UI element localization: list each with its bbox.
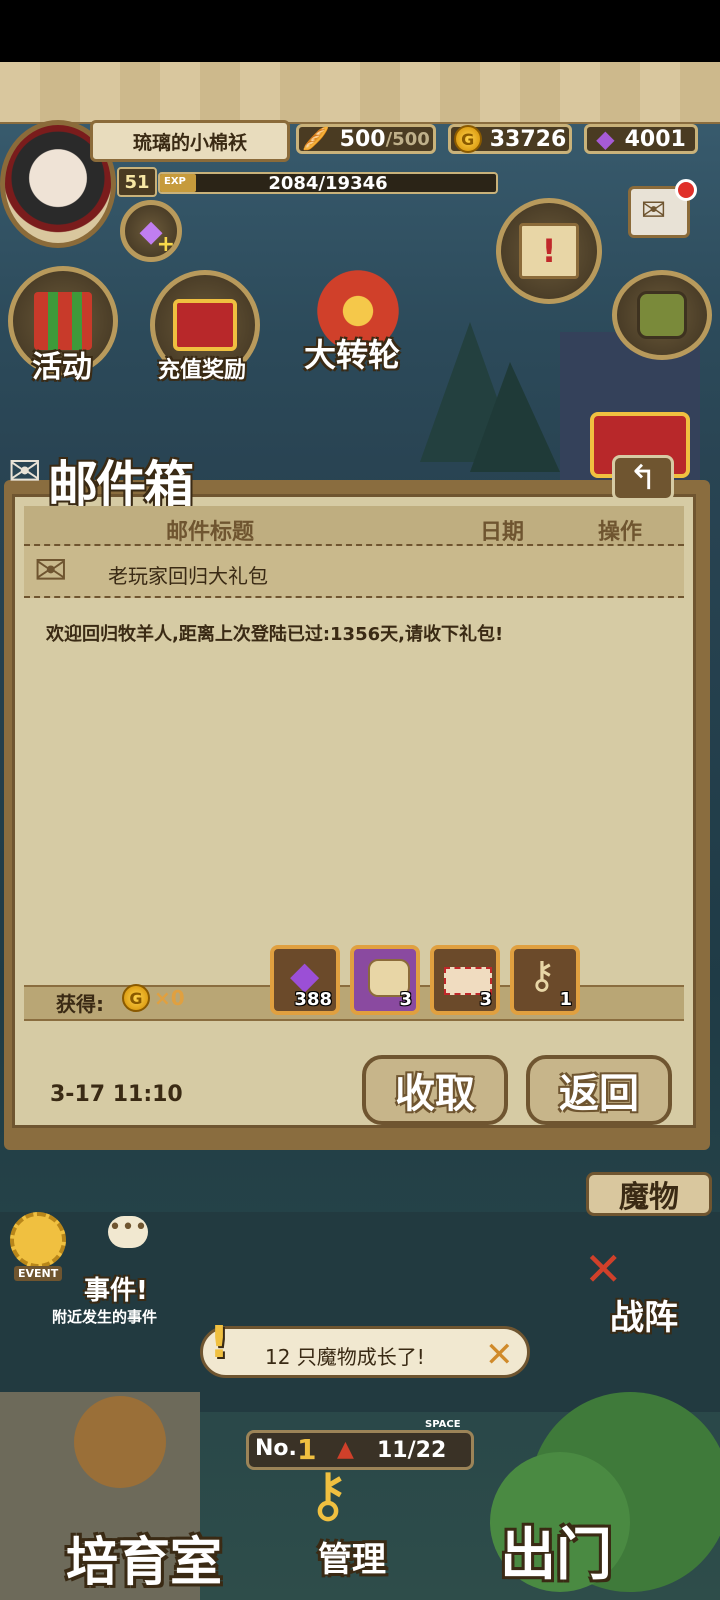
mail-table-header: 邮件标题 日期 操作 xyxy=(24,506,684,546)
bread-icon: 🥖 xyxy=(302,126,330,152)
envelope-icon: ✉ xyxy=(641,193,667,228)
backpack-button[interactable] xyxy=(612,270,712,360)
reward-item-ticket[interactable]: 3 xyxy=(430,945,500,1015)
gold-counter[interactable]: G 33726 xyxy=(448,124,572,154)
back-arrow-icon: ↰ xyxy=(628,458,658,498)
reward-item-key[interactable]: ⚷ 1 xyxy=(510,945,580,1015)
mail-subject: 老玩家回归大礼包 xyxy=(108,564,268,588)
item-count: 388 xyxy=(294,989,332,1010)
event-subtitle: 附近发生的事件 xyxy=(52,1308,158,1326)
header-date: 日期 xyxy=(480,520,525,545)
gem-counter[interactable]: ◆ 4001 xyxy=(584,124,698,154)
monsters-tab[interactable]: 魔物 xyxy=(586,1172,712,1216)
rank-prefix: No. xyxy=(255,1436,297,1461)
activity-button[interactable]: 活动 xyxy=(8,266,124,386)
player-name: 琉璃的小棉袄 xyxy=(90,120,290,162)
item-count: 1 xyxy=(559,989,572,1010)
reward-label: 获得: xyxy=(56,992,104,1016)
gem-value: 4001 xyxy=(624,126,686,152)
top-hud-strip xyxy=(0,62,720,124)
reward-item-gem[interactable]: ◆ 388 xyxy=(270,945,340,1015)
mailbox-title-tab: ✉ 邮件箱 xyxy=(6,445,236,514)
exp-bar: EXP 2084/19346 xyxy=(158,172,498,194)
crossed-swords-icon: ✕ xyxy=(584,1242,623,1296)
manage-label: 管理 xyxy=(318,1540,386,1580)
purple-gem-icon: ◆ xyxy=(596,125,615,153)
stamina-max: /500 xyxy=(385,128,430,150)
notification-dot xyxy=(675,179,697,201)
coin-reward: G ×0 xyxy=(122,984,185,1012)
space-icon: ▲ xyxy=(337,1437,354,1462)
formation-label: 战阵 xyxy=(610,1298,678,1338)
quest-scroll-button[interactable]: ! xyxy=(496,198,612,308)
gold-value: 33726 xyxy=(489,126,567,152)
stamina-counter[interactable]: 🥖 500 /500 xyxy=(296,124,436,154)
big-wheel-button[interactable]: 大转轮 xyxy=(294,262,424,382)
reward-item-pouch[interactable]: 3 xyxy=(350,945,420,1015)
activity-label: 活动 xyxy=(32,350,92,385)
header-action: 操作 xyxy=(598,520,643,545)
exclamation-icon: ! xyxy=(209,1317,230,1368)
mail-subject-row: ✉ 老玩家回归大礼包 xyxy=(24,546,684,598)
gear-icon xyxy=(10,1212,66,1268)
recharge-label: 充值奖励 xyxy=(158,358,247,383)
header-subject: 邮件标题 xyxy=(166,520,255,545)
mail-body-text: 欢迎回归牧羊人,距离上次登陆已过:1356天,请收下礼包! xyxy=(46,624,504,645)
plus-icon: + xyxy=(156,232,175,257)
item-count: 3 xyxy=(479,989,492,1010)
mail-envelope-icon: ✉ xyxy=(8,449,42,495)
formation-button[interactable]: ✕ 战阵 xyxy=(580,1224,710,1344)
status-bar xyxy=(0,0,720,62)
mailbox-back-arrow-button[interactable]: ↰ xyxy=(612,455,674,501)
event-button[interactable]: EVENT 事件! 附近发生的事件 xyxy=(0,1210,200,1326)
player-level-badge: 51 xyxy=(117,167,157,197)
big-wheel-label: 大转轮 xyxy=(304,336,401,374)
mail-envelope-button[interactable]: ✉ xyxy=(628,179,697,238)
item-count: 3 xyxy=(399,989,412,1010)
scroll-icon: ! xyxy=(496,198,602,304)
gift-envelope-icon: ✉ xyxy=(34,548,68,594)
nursery-tab[interactable]: 培育室 xyxy=(66,1520,222,1595)
backpack-icon xyxy=(637,291,687,339)
close-icon[interactable]: ✕ xyxy=(485,1335,514,1375)
recharge-reward-button[interactable]: 充值奖励 xyxy=(150,270,270,390)
gold-coin-icon: G xyxy=(453,125,482,153)
space-label: SPACE xyxy=(425,1419,461,1430)
add-gem-button[interactable]: ◆ + xyxy=(120,200,182,262)
growth-notification[interactable]: ! 12 只魔物成长了! ✕ xyxy=(200,1317,530,1378)
mail-date: 3-17 11:10 xyxy=(50,1082,183,1107)
event-title: 事件! xyxy=(84,1276,148,1306)
exit-tab[interactable]: 出门 xyxy=(500,1510,612,1591)
exp-text: 2084/19346 xyxy=(268,172,388,194)
stamina-value: 500 xyxy=(339,126,386,152)
manage-tab[interactable]: ⚷ 管理 xyxy=(296,1460,426,1600)
event-badge: EVENT xyxy=(14,1266,63,1281)
return-button[interactable]: 返回 xyxy=(526,1055,672,1125)
keys-icon: ⚷ xyxy=(306,1460,350,1530)
collect-button[interactable]: 收取 xyxy=(362,1055,508,1125)
key-icon: ⚷ xyxy=(528,953,556,997)
coin-reward-count: ×0 xyxy=(154,986,185,1010)
notification-text: 12 只魔物成长了! xyxy=(265,1345,425,1369)
gold-coin-icon: G xyxy=(122,984,150,1012)
